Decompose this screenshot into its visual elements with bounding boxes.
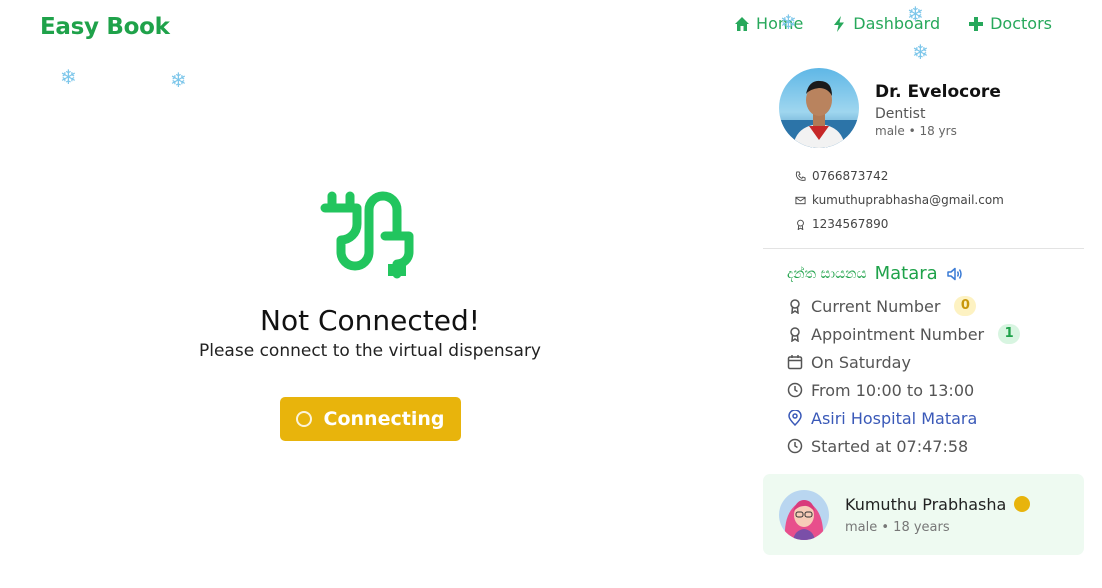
- brand-logo[interactable]: Easy Book: [40, 14, 170, 40]
- session-time: From 10:00 to 13:00: [811, 380, 975, 400]
- session-day: On Saturday: [811, 352, 911, 372]
- hospital-name: Asiri Hospital Matara: [811, 408, 978, 428]
- clinic-city: Matara: [874, 263, 938, 284]
- snowflake-icon: ❄: [780, 10, 797, 34]
- doctor-license-row: 1234567890: [795, 212, 1084, 236]
- doctor-contacts: 0766873742 kumuthuprabhasha@gmail.com 12…: [763, 164, 1084, 236]
- snowflake-icon: ❄: [60, 65, 77, 89]
- status-subtitle: Please connect to the virtual dispensary: [199, 341, 541, 361]
- home-icon: [735, 16, 750, 31]
- nav-doctors[interactable]: Doctors: [968, 14, 1052, 33]
- doctor-avatar: [779, 68, 859, 148]
- plug-icon: [320, 191, 414, 279]
- clinic-label-sinhala: දන්ත සායනය: [787, 265, 867, 282]
- award-icon: [797, 219, 804, 230]
- status-dot: [1014, 496, 1031, 512]
- current-number-badge: 0: [954, 296, 977, 316]
- session-time-row: From 10:00 to 13:00: [787, 376, 1084, 404]
- snowflake-icon: ❄: [912, 40, 929, 64]
- clinic-title: දන්ත සායනය Matara: [763, 263, 1084, 284]
- patient-name: Kumuthu Prabhasha: [845, 494, 1007, 514]
- calendar-icon: [787, 355, 803, 370]
- location-pin-icon: [788, 410, 802, 426]
- snowflake-icon: ❄: [170, 68, 187, 92]
- patient-avatar: [779, 489, 829, 540]
- doctor-meta: male • 18 yrs: [875, 124, 957, 138]
- award-icon: [790, 299, 800, 314]
- started-row: Started at 07:47:58: [787, 432, 1084, 460]
- connecting-button-label: Connecting: [323, 408, 445, 430]
- phone-icon: [795, 170, 806, 181]
- nav-dashboard-label: Dashboard: [853, 14, 941, 33]
- mail-icon: [795, 196, 806, 204]
- session-details: Current Number 0 Appointment Number 1 On…: [763, 292, 1084, 460]
- doctor-panel: Dr. Evelocore Dentist male • 18 yrs 0766…: [763, 68, 1084, 555]
- lightning-icon: [834, 15, 845, 32]
- patient-card[interactable]: Kumuthu Prabhasha male • 18 years: [763, 474, 1084, 555]
- connecting-button[interactable]: Connecting: [279, 397, 461, 441]
- doctor-phone: 0766873742: [812, 169, 889, 183]
- clock-icon: [787, 438, 803, 454]
- doctor-phone-row[interactable]: 0766873742: [795, 164, 1084, 188]
- patient-meta: male • 18 years: [845, 519, 950, 535]
- current-number-label: Current Number: [811, 296, 941, 316]
- started-at: Started at 07:47:58: [811, 436, 969, 456]
- doctor-license: 1234567890: [812, 217, 889, 231]
- doctor-email-row[interactable]: kumuthuprabhasha@gmail.com: [795, 188, 1084, 212]
- hospital-row[interactable]: Asiri Hospital Matara: [787, 404, 1084, 432]
- appointment-number-badge: 1: [998, 324, 1021, 344]
- connection-status: Not Connected! Please connect to the vir…: [170, 190, 570, 441]
- doctor-email: kumuthuprabhasha@gmail.com: [812, 193, 1004, 207]
- doctor-name: Dr. Evelocore: [875, 82, 1001, 102]
- nav-dashboard[interactable]: Dashboard: [831, 14, 940, 33]
- clock-icon: [787, 382, 803, 398]
- spinner-icon: [295, 411, 312, 427]
- appointment-number-row: Appointment Number 1: [787, 320, 1084, 348]
- current-number-row: Current Number 0: [787, 292, 1084, 320]
- plus-icon: [969, 16, 984, 31]
- status-title: Not Connected!: [260, 304, 480, 337]
- appointment-number-label: Appointment Number: [811, 324, 985, 344]
- award-icon: [790, 327, 800, 342]
- doctor-specialty: Dentist: [875, 106, 926, 122]
- doctor-header: Dr. Evelocore Dentist male • 18 yrs: [763, 68, 1084, 148]
- speaker-icon[interactable]: [946, 265, 964, 283]
- divider: [763, 248, 1084, 249]
- session-day-row: On Saturday: [787, 348, 1084, 376]
- snowflake-icon: ❄: [907, 2, 924, 26]
- nav-doctors-label: Doctors: [990, 14, 1052, 33]
